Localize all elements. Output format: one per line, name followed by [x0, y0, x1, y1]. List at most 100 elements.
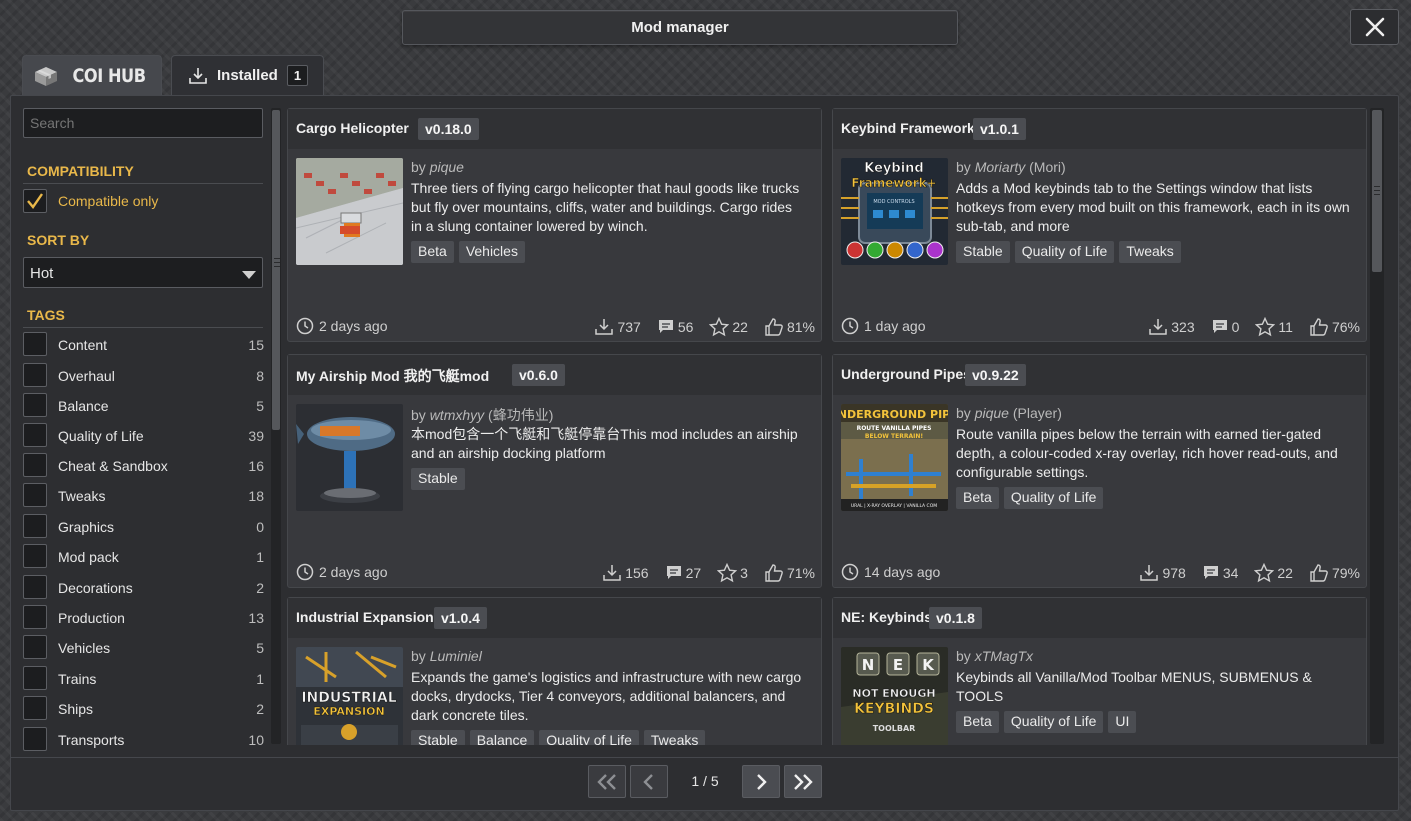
likes-stat: 76% — [1309, 317, 1360, 337]
thumb-text: Framework+ — [851, 176, 936, 190]
tab-installed[interactable]: Installed 1 — [171, 55, 324, 95]
mod-tag: Stable — [956, 241, 1010, 263]
previous-page-button[interactable] — [630, 765, 668, 798]
tag-count: 13 — [248, 610, 264, 626]
tag-checkbox[interactable] — [23, 423, 47, 447]
mod-list-scrollbar-thumb[interactable] — [1372, 110, 1382, 272]
chevron-left-icon — [641, 773, 657, 791]
tag-filter-row[interactable]: Cheat & Sandbox 16 — [23, 453, 264, 479]
tag-filter-row[interactable]: Overhaul 8 — [23, 363, 264, 389]
author-prefix: by — [956, 159, 975, 175]
tag-checkbox[interactable] — [23, 332, 47, 356]
tag-checkbox[interactable] — [23, 696, 47, 720]
tag-checkbox[interactable] — [23, 393, 47, 417]
mod-card[interactable]: Underground Pipes v0.9.22 NDERGROUND PIP RO… — [832, 354, 1367, 588]
comments-count: 34 — [1222, 565, 1239, 581]
mod-card[interactable]: Industrial Expansion v1.0.4 INDUSTRIAL EXPA… — [287, 597, 822, 745]
close-button[interactable] — [1350, 9, 1399, 45]
tag-filter-row[interactable]: Mod pack 1 — [23, 544, 264, 570]
tag-filter-row[interactable]: Content 15 — [23, 332, 264, 358]
likes-stat: 81% — [764, 317, 815, 337]
tag-checkbox[interactable] — [23, 483, 47, 507]
tag-checkbox[interactable] — [23, 453, 47, 477]
tag-checkbox[interactable] — [23, 727, 47, 751]
mod-card[interactable]: My Airship Mod 我的飞艇mod v0.6.0 by wtmxhyy (… — [287, 354, 822, 588]
tag-checkbox[interactable] — [23, 575, 47, 599]
tag-filter-row[interactable]: Graphics 0 — [23, 514, 264, 540]
comment-icon — [665, 564, 683, 582]
mod-tag: Beta — [956, 487, 999, 509]
tag-filter-row[interactable]: Trains 1 — [23, 666, 264, 692]
likes-percent: 71% — [786, 565, 815, 581]
mod-list-scrollbar[interactable] — [1370, 108, 1384, 744]
updated-time: 2 days ago — [296, 563, 388, 581]
tag-count: 2 — [256, 701, 264, 717]
search-input[interactable] — [23, 108, 263, 138]
tag-filter-row[interactable]: Transports 10 — [23, 727, 264, 753]
tag-filter-row[interactable]: Ships 2 — [23, 696, 264, 722]
sort-dropdown[interactable]: Hot — [23, 257, 263, 288]
tag-name: Cheat & Sandbox — [58, 458, 168, 474]
mod-card[interactable]: NE: Keybinds v0.1.8 N E K NOT ENOUGH KEYBINDS T… — [832, 597, 1367, 745]
tag-checkbox[interactable] — [23, 666, 47, 690]
tag-filter-row[interactable]: Balance 5 — [23, 393, 264, 419]
tag-checkbox[interactable] — [23, 363, 47, 387]
tag-count: 15 — [248, 337, 264, 353]
thumb-text: TOOLBAR — [873, 724, 916, 733]
comment-icon — [1211, 318, 1229, 336]
mod-card[interactable]: Keybind Framework v1.0.1 Keybind Framework+… — [832, 108, 1367, 342]
tag-name: Quality of Life — [58, 428, 144, 444]
mod-tag: Balance — [469, 730, 535, 745]
mod-thumbnail: NDERGROUND PIP ROUTE VANILLA PIPES BELOW T… — [841, 404, 948, 511]
likes-stat: 79% — [1309, 563, 1360, 583]
divider — [23, 183, 263, 184]
next-page-button[interactable] — [742, 765, 780, 798]
comments-stat: 56 — [657, 318, 693, 336]
compatible-only-label[interactable]: Compatible only — [58, 193, 158, 209]
tag-filter-row[interactable]: Vehicles 5 — [23, 635, 264, 661]
tag-checkbox[interactable] — [23, 544, 47, 568]
mod-tag: Quality of Life — [1014, 241, 1115, 263]
tag-checkbox[interactable] — [23, 514, 47, 538]
comments-stat: 0 — [1211, 318, 1240, 336]
tag-filter-row[interactable]: Quality of Life 39 — [23, 423, 264, 449]
first-page-button[interactable] — [588, 765, 626, 798]
downloads-count: 978 — [1162, 565, 1186, 581]
mod-description: 本mod包含一个飞艇和飞艇停靠台This mod includes an air… — [411, 426, 798, 461]
chevron-right-icon — [753, 773, 769, 791]
mod-title: Underground Pipes — [841, 366, 971, 382]
star-icon — [709, 317, 730, 337]
comments-count: 0 — [1231, 319, 1240, 335]
tag-filter-row[interactable]: Production 13 — [23, 605, 264, 631]
sidebar-scrollbar[interactable] — [271, 108, 281, 744]
thumb-text: ROUTE VANILLA PIPES — [857, 425, 932, 432]
compatible-only-checkbox[interactable] — [23, 189, 47, 213]
tag-count: 10 — [248, 732, 264, 748]
thumb-text: EXPANSION — [313, 705, 384, 718]
tag-filter-row[interactable]: Tweaks 18 — [23, 483, 264, 509]
tag-filter-row[interactable]: Decorations 2 — [23, 575, 264, 601]
thumb-text: URAL | X-RAY OVERLAY | VANILLA COM — [851, 503, 937, 509]
sidebar-scrollbar-thumb[interactable] — [272, 110, 280, 430]
mod-card[interactable]: Cargo Helicopter v0.18.0 by pique Three tie… — [287, 108, 822, 342]
author-extra: (Mori) — [1025, 159, 1066, 175]
mod-tags: Beta Quality of Life — [956, 487, 1104, 509]
tag-name: Tweaks — [58, 488, 106, 504]
mod-stats: 14 days ago 978 34 22 79% — [841, 563, 1360, 583]
tab-coi-hub[interactable]: COI HUB — [22, 55, 162, 95]
stars-count: 11 — [1278, 319, 1293, 335]
updated-time-text: 14 days ago — [864, 564, 941, 580]
mod-tag: Vehicles — [458, 241, 525, 263]
updated-time-text: 2 days ago — [319, 564, 388, 580]
likes-percent: 76% — [1331, 319, 1360, 335]
mod-tag: UI — [1108, 711, 1137, 733]
last-page-button[interactable] — [784, 765, 822, 798]
mod-title: Keybind Framework — [841, 120, 975, 136]
mod-author: by pique (Player) — [956, 405, 1062, 421]
tag-checkbox[interactable] — [23, 605, 47, 629]
tag-checkbox[interactable] — [23, 635, 47, 659]
mod-author: by wtmxhyy (蜂功伟业) — [411, 405, 553, 425]
likes-percent: 79% — [1331, 565, 1360, 581]
author-prefix: by — [411, 407, 430, 423]
mod-title: Cargo Helicopter — [296, 120, 409, 136]
